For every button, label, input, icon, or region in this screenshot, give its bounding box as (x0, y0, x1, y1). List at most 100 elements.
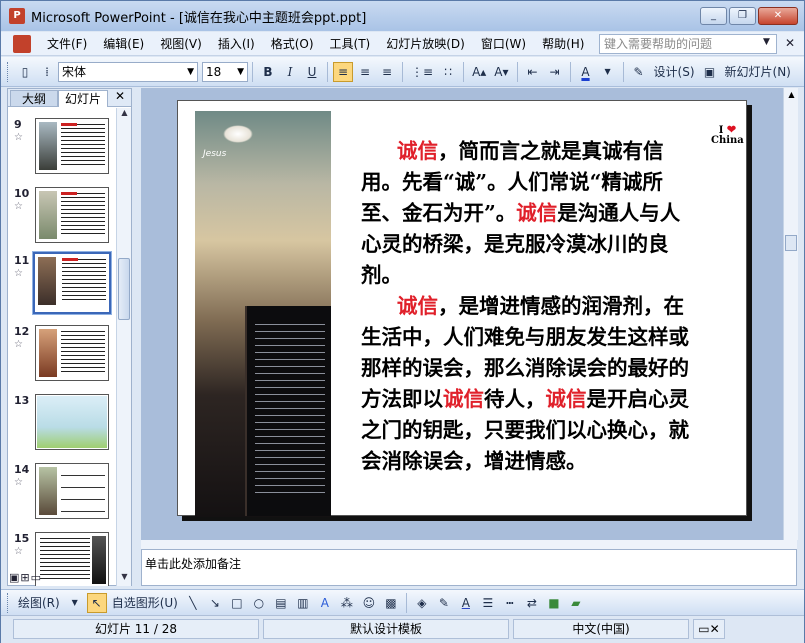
thumbnail-row[interactable]: 13 (8, 394, 116, 458)
line-style-icon[interactable]: ☰ (478, 593, 498, 613)
menu-help[interactable]: 帮助(H) (534, 33, 592, 55)
oval-icon[interactable]: ○ (249, 593, 269, 613)
rectangle-icon[interactable]: □ (227, 593, 247, 613)
slide-thumbnail[interactable] (35, 187, 109, 243)
scrollbar-thumb[interactable] (118, 258, 130, 320)
underline-button[interactable]: U (302, 62, 322, 82)
clipart-icon[interactable]: ☺ (359, 593, 379, 613)
menu-edit[interactable]: 编辑(E) (95, 33, 152, 55)
bold-button[interactable]: B (258, 62, 278, 82)
increase-indent-icon[interactable]: ⇥ (545, 62, 565, 82)
design-template-name[interactable]: 默认设计模板 (263, 619, 509, 639)
scrollbar-thumb[interactable] (785, 235, 797, 251)
decrease-font-icon[interactable]: A▾ (491, 62, 511, 82)
slide-sorter-icon[interactable]: ⊞ (20, 571, 29, 584)
chevron-down-icon[interactable]: ▼ (65, 593, 85, 613)
spelling-check-icon[interactable]: ▭✕ (693, 619, 725, 639)
font-name-select[interactable]: 宋体 ▼ (58, 61, 198, 82)
shadow-icon[interactable]: ■ (544, 593, 564, 613)
close-document-icon[interactable]: ✕ (785, 36, 795, 50)
autoshapes-button[interactable]: 自选图形(U) (109, 593, 181, 613)
bullet-list-icon[interactable]: ∷ (438, 62, 458, 82)
thumbnails-scrollbar[interactable]: ▲ ▼ (116, 108, 131, 586)
tab-outline[interactable]: 大纲 (10, 90, 58, 107)
thumbnail-picture (39, 329, 57, 377)
font-size-value: 18 (206, 64, 222, 79)
chevron-down-icon[interactable]: ▼ (763, 37, 770, 47)
scroll-down-icon[interactable]: ▼ (117, 572, 132, 586)
close-button[interactable]: ✕ (758, 7, 798, 25)
toolbar-overflow-icon[interactable]: ⁞ (37, 62, 57, 82)
thumbnail-row[interactable]: 10 ☆ (8, 187, 116, 251)
powerpoint-icon[interactable]: P (9, 8, 25, 24)
slide-thumbnail[interactable] (35, 394, 109, 450)
minimize-button[interactable]: _ (700, 7, 727, 25)
slide-thumbnail[interactable] (35, 118, 109, 174)
menu-insert[interactable]: 插入(I) (210, 33, 263, 55)
decrease-indent-icon[interactable]: ⇤ (523, 62, 543, 82)
wordart-icon[interactable]: A (315, 593, 335, 613)
textbox-icon[interactable]: ▤ (271, 593, 291, 613)
menu-tools[interactable]: 工具(T) (322, 33, 379, 55)
arrow-style-icon[interactable]: ⇄ (522, 593, 542, 613)
chevron-down-icon[interactable]: ▼ (598, 62, 618, 82)
line-color-icon[interactable]: ✎ (434, 593, 454, 613)
picture-icon[interactable]: ▩ (381, 593, 401, 613)
new-slide-button[interactable]: 新幻灯片(N) (722, 62, 794, 82)
normal-view-icon[interactable]: ▣ (9, 571, 19, 584)
design-button[interactable]: 设计(S) (651, 62, 698, 82)
italic-button[interactable]: I (280, 62, 300, 82)
vertical-textbox-icon[interactable]: ▥ (293, 593, 313, 613)
slide-thumbnail[interactable] (35, 325, 109, 381)
menu-slideshow[interactable]: 幻灯片放映(D) (378, 33, 473, 55)
slide-canvas[interactable]: Jesus I ❤ China 诚信，简而言之就是真诚有信用。先看“诚”。人们常… (177, 100, 747, 517)
slide-thumbnail[interactable] (35, 532, 109, 586)
font-color-icon[interactable]: A (576, 62, 596, 82)
menu-window[interactable]: 窗口(W) (473, 33, 534, 55)
help-search-input[interactable]: 键入需要帮助的问题 (599, 34, 777, 54)
menu-format[interactable]: 格式(O) (263, 33, 322, 55)
toolbar-grip[interactable] (7, 61, 10, 82)
numbered-list-icon[interactable]: ⋮≡ (408, 62, 436, 82)
arrow-icon[interactable]: ↘ (205, 593, 225, 613)
thumbnail-row[interactable]: 12 ☆ (8, 325, 116, 389)
font-size-select[interactable]: 18 ▼ (202, 61, 248, 82)
notes-pane[interactable]: 单击此处添加备注 (141, 549, 797, 586)
cafe-photo[interactable]: Jesus (195, 111, 331, 517)
slideshow-icon[interactable]: ▭ (31, 571, 41, 584)
slide-thumbnail-current[interactable] (32, 251, 112, 315)
paragraph-2[interactable]: 诚信，是增进情感的润滑剂，在生活中，人们难免与朋友发生这样或那样的误会，那么消除… (361, 291, 694, 477)
diagram-icon[interactable]: ⁂ (337, 593, 357, 613)
align-center-icon[interactable]: ≡ (355, 62, 375, 82)
scroll-up-icon[interactable]: ▲ (784, 90, 799, 99)
restore-button[interactable]: ❐ (729, 7, 756, 25)
i-love-china-logo[interactable]: I ❤ China (711, 124, 744, 146)
thumbnail-row[interactable]: 9 ☆ (8, 118, 116, 182)
slide-number: 10 (14, 187, 30, 200)
line-icon[interactable]: ╲ (183, 593, 203, 613)
document-icon[interactable] (13, 34, 31, 53)
tab-slides[interactable]: 幻灯片 (58, 90, 108, 107)
paragraph-1[interactable]: 诚信，简而言之就是真诚有信用。先看“诚”。人们常说“精诚所至、金石为开”。诚信是… (361, 136, 694, 291)
scroll-up-icon[interactable]: ▲ (117, 108, 132, 122)
menu-file[interactable]: 文件(F) (39, 33, 95, 55)
align-left-icon[interactable]: ≡ (333, 61, 353, 82)
align-right-icon[interactable]: ≡ (377, 62, 397, 82)
transition-icon: ☆ (14, 546, 23, 557)
font-color-icon[interactable]: A (456, 593, 476, 613)
fill-color-icon[interactable]: ◈ (412, 593, 432, 613)
toolbar-grip[interactable] (7, 592, 10, 613)
close-pane-icon[interactable]: ✕ (115, 89, 125, 103)
editor-vertical-scrollbar[interactable]: ▲ (783, 88, 798, 540)
menu-view[interactable]: 视图(V) (152, 33, 210, 55)
dash-style-icon[interactable]: ┅ (500, 593, 520, 613)
new-document-icon[interactable]: ▯ (15, 62, 35, 82)
slide-thumbnail[interactable] (35, 463, 109, 519)
thumbnail-row[interactable]: 14 ☆ (8, 463, 116, 527)
increase-font-icon[interactable]: A▴ (469, 62, 489, 82)
thumbnail-row[interactable]: 11 ☆ (8, 251, 116, 318)
draw-menu-button[interactable]: 绘图(R) (15, 593, 63, 613)
language-indicator[interactable]: 中文(中国) (513, 619, 689, 639)
3d-icon[interactable]: ▰ (566, 593, 586, 613)
select-pointer-icon[interactable]: ↖ (86, 592, 107, 613)
